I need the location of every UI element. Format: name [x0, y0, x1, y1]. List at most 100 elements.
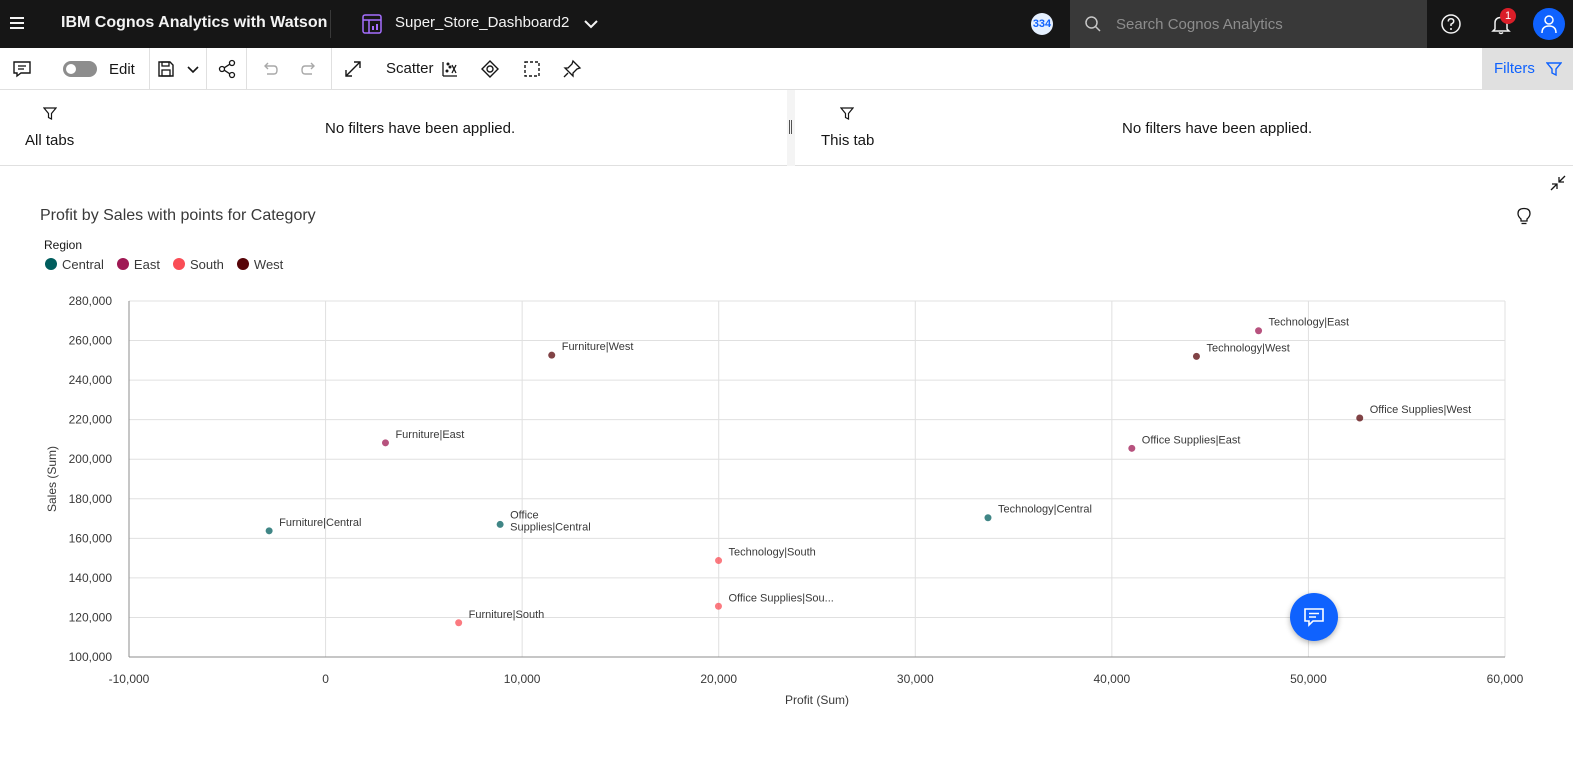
legend-label: South — [189, 256, 224, 272]
point-label: Office Supplies|Sou... — [728, 592, 833, 604]
legend-swatch — [236, 258, 249, 270]
count-badge[interactable]: 334 — [1031, 13, 1053, 35]
y-tick-label: 160,000 — [69, 531, 113, 545]
x-axis-title: Profit (Sum) — [785, 693, 849, 707]
scatter-plot: -10,000 0 10,000 20,000 30,000 40,000 50,000 60… — [45, 294, 1524, 707]
scatter-point[interactable] — [1192, 352, 1200, 360]
y-tick-label: 240,000 — [69, 373, 113, 387]
chat-icon — [1304, 608, 1324, 627]
share-icon[interactable] — [216, 58, 238, 80]
all-tabs-label: All tabs — [25, 132, 75, 149]
x-tick-label: 10,000 — [504, 672, 541, 686]
topbar-divider — [330, 10, 331, 38]
hamburger-menu-icon[interactable] — [10, 14, 30, 34]
point-label: Furniture|East — [395, 429, 464, 441]
x-tick-label: 20,000 — [700, 672, 737, 686]
point-label: Technology|Central — [998, 504, 1092, 516]
comment-icon[interactable] — [11, 58, 33, 80]
legend-label: West — [253, 256, 284, 272]
redo-icon[interactable] — [299, 58, 321, 80]
scatter-point[interactable] — [1356, 414, 1364, 422]
user-icon — [1541, 15, 1557, 34]
y-tick-label: 260,000 — [69, 334, 113, 348]
all-tabs-filter-section[interactable]: All tabs No filters have been applied. — [0, 90, 787, 166]
all-tabs-empty-message: No filters have been applied. — [325, 120, 516, 137]
chevron-down-icon[interactable] — [182, 58, 204, 80]
filters-label: Filters — [1494, 60, 1535, 77]
scatter-point[interactable] — [548, 351, 556, 359]
filter-icon — [1546, 62, 1562, 77]
x-tick-label: 30,000 — [897, 672, 934, 686]
search-input[interactable] — [1116, 0, 1416, 48]
scatter-point[interactable] — [381, 439, 389, 447]
search-bar — [1070, 0, 1427, 48]
legend-swatch — [45, 258, 57, 270]
legend-item[interactable]: West — [236, 256, 283, 272]
legend-label: Central — [62, 256, 104, 272]
point-label: Technology|East — [1269, 317, 1350, 329]
save-icon[interactable] — [155, 58, 177, 80]
this-tab-label: This tab — [821, 132, 875, 149]
filter-panel: All tabs No filters have been applied. T… — [0, 90, 1573, 166]
dashboard-name: Super_Store_Dashboard2 — [395, 14, 570, 31]
point-label: Office Supplies|East — [1142, 434, 1241, 446]
legend-item[interactable]: East — [116, 256, 160, 272]
dashboard-icon — [362, 14, 382, 34]
search-icon — [1085, 16, 1101, 32]
x-tick-label: 60,000 — [1487, 672, 1524, 686]
resize-handle[interactable] — [789, 120, 792, 134]
help-icon[interactable] — [1440, 13, 1462, 35]
filters-button[interactable]: Filters — [1482, 48, 1573, 90]
chevron-down-icon[interactable] — [582, 15, 600, 33]
scatter-point[interactable] — [984, 514, 992, 522]
this-tab-filter-section[interactable]: This tab No filters have been applied. — [795, 90, 1573, 166]
app-title: IBM Cognos Analytics with Watson — [61, 14, 328, 31]
y-tick-label: 220,000 — [69, 413, 113, 427]
collapse-icon[interactable] — [1549, 174, 1567, 192]
edit-label: Edit — [109, 61, 135, 78]
scatter-point[interactable] — [714, 602, 722, 610]
scatter-point[interactable] — [496, 520, 504, 528]
chart-title: Profit by Sales with points for Category — [40, 207, 316, 224]
y-axis-title: Sales (Sum) — [45, 446, 59, 512]
filter-icon — [43, 107, 57, 120]
toolbar-divider — [331, 48, 332, 90]
assistant-chat-button[interactable] — [1290, 593, 1338, 641]
chart-legend: Central East South West — [44, 256, 295, 272]
change-visualization-icon[interactable] — [439, 58, 461, 80]
legend-swatch — [172, 258, 185, 270]
scatter-point[interactable] — [455, 619, 463, 627]
user-avatar-button[interactable] — [1533, 8, 1565, 40]
scatter-point[interactable] — [1128, 444, 1136, 452]
point-label: Furniture|Central — [279, 517, 361, 529]
visualization-type-label[interactable]: Scatter — [386, 60, 434, 77]
x-tick-label: 0 — [322, 672, 329, 686]
select-area-icon[interactable] — [521, 58, 543, 80]
visualization-widget: Profit by Sales with points for Category… — [0, 166, 1573, 765]
y-tick-label: 180,000 — [69, 492, 113, 506]
dashboard-toolbar: Edit Scatter Filters — [0, 48, 1573, 90]
x-tick-label: 50,000 — [1290, 672, 1327, 686]
x-tick-label: 40,000 — [1094, 672, 1131, 686]
point-label: Furniture|West — [562, 341, 634, 353]
point-label: Office Supplies|Central — [510, 509, 591, 533]
scatter-point[interactable] — [715, 557, 723, 565]
this-tab-empty-message: No filters have been applied. — [1122, 120, 1313, 137]
pin-icon[interactable] — [561, 58, 583, 80]
legend-item[interactable]: Central — [44, 256, 104, 272]
filter-icon — [840, 107, 854, 120]
legend-label: East — [133, 256, 160, 272]
legend-item[interactable]: South — [172, 256, 224, 272]
expand-icon[interactable] — [342, 58, 364, 80]
y-tick-label: 120,000 — [69, 610, 113, 624]
edit-mode-toggle[interactable] — [63, 61, 97, 77]
legend-title: Region — [44, 238, 83, 252]
point-label: Technology|South — [729, 547, 816, 559]
point-label: Technology|West — [1206, 342, 1289, 354]
scatter-point[interactable] — [265, 527, 273, 535]
scatter-point[interactable] — [1255, 327, 1263, 335]
toolbar-divider — [246, 48, 247, 90]
lightbulb-icon[interactable] — [1516, 207, 1532, 225]
properties-icon[interactable] — [479, 58, 501, 80]
undo-icon[interactable] — [258, 58, 280, 80]
